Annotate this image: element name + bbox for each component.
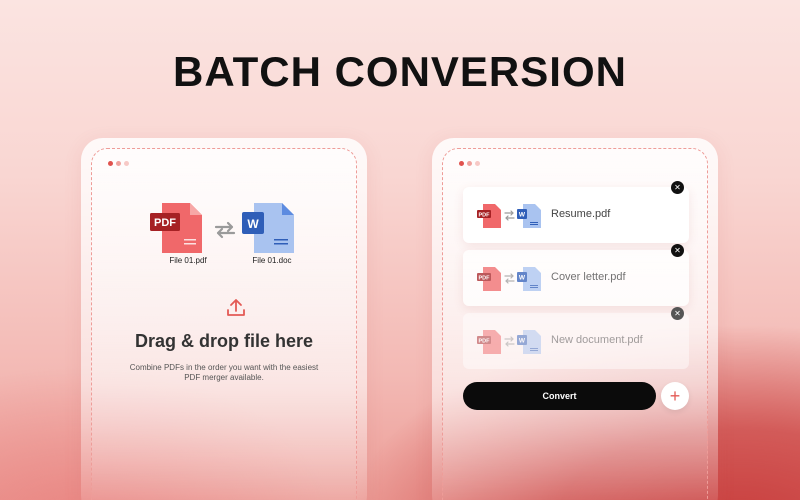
- svg-text:W: W: [519, 275, 526, 282]
- svg-text:PDF: PDF: [479, 213, 491, 219]
- pdf-badge-text: PDF: [154, 217, 176, 229]
- page-title: BATCH CONVERSION: [173, 48, 627, 95]
- drop-zone[interactable]: PDF W File 01.pdf File 01.doc Drag & dro…: [91, 148, 357, 500]
- window-dot-pink: [116, 161, 121, 166]
- pdf-to-word-icon: PDF W: [477, 330, 541, 354]
- target-file-caption: File 01.doc: [252, 256, 292, 265]
- pdf-to-word-icon: PDF W: [477, 204, 541, 228]
- window-dots: [108, 161, 129, 166]
- window-dots: [459, 161, 480, 166]
- add-file-button[interactable]: +: [661, 382, 689, 410]
- pdf-to-word-icon: PDF W: [477, 267, 541, 291]
- source-file-caption: File 01.pdf: [169, 256, 207, 265]
- window-dot-red: [108, 161, 113, 166]
- pdf-file-icon: PDF: [150, 203, 202, 253]
- queue-item[interactable]: PDF W Cover letter.pdf ✕: [463, 244, 689, 306]
- window-dot-light: [124, 161, 129, 166]
- svg-text:W: W: [519, 338, 526, 345]
- window-dot-pink: [467, 161, 472, 166]
- svg-text:PDF: PDF: [479, 339, 491, 345]
- upload-icon[interactable]: [225, 297, 247, 319]
- drop-zone-subtitle: Combine PDFs in the order you want with …: [129, 363, 319, 382]
- conversion-queue-panel: PDF W Resume.pdf ✕ PDF W Cover letter.pd…: [432, 138, 718, 500]
- swap-arrows-icon: [214, 221, 236, 239]
- svg-text:PDF: PDF: [479, 276, 491, 282]
- drop-zone-title: Drag & drop file here: [134, 331, 314, 351]
- queue-item-name: New document.pdf: [551, 334, 643, 346]
- convert-button[interactable]: Convert: [463, 382, 656, 410]
- queue-item-name: Cover letter.pdf: [551, 271, 626, 283]
- queue-item-name: Resume.pdf: [551, 208, 611, 220]
- queue-item[interactable]: PDF W Resume.pdf ✕: [463, 181, 689, 243]
- window-dot-red: [459, 161, 464, 166]
- remove-file-icon[interactable]: ✕: [671, 181, 684, 194]
- queue-area: PDF W Resume.pdf ✕ PDF W Cover letter.pd…: [442, 148, 708, 500]
- remove-file-icon[interactable]: ✕: [671, 307, 684, 320]
- queue-item[interactable]: PDF W New document.pdf ✕: [463, 307, 689, 369]
- remove-file-icon[interactable]: ✕: [671, 244, 684, 257]
- window-dot-light: [475, 161, 480, 166]
- svg-text:W: W: [519, 212, 526, 219]
- upload-panel: PDF W File 01.pdf File 01.doc Drag & dro…: [81, 138, 367, 500]
- word-badge-text: W: [247, 217, 259, 231]
- word-file-icon: W: [242, 203, 294, 253]
